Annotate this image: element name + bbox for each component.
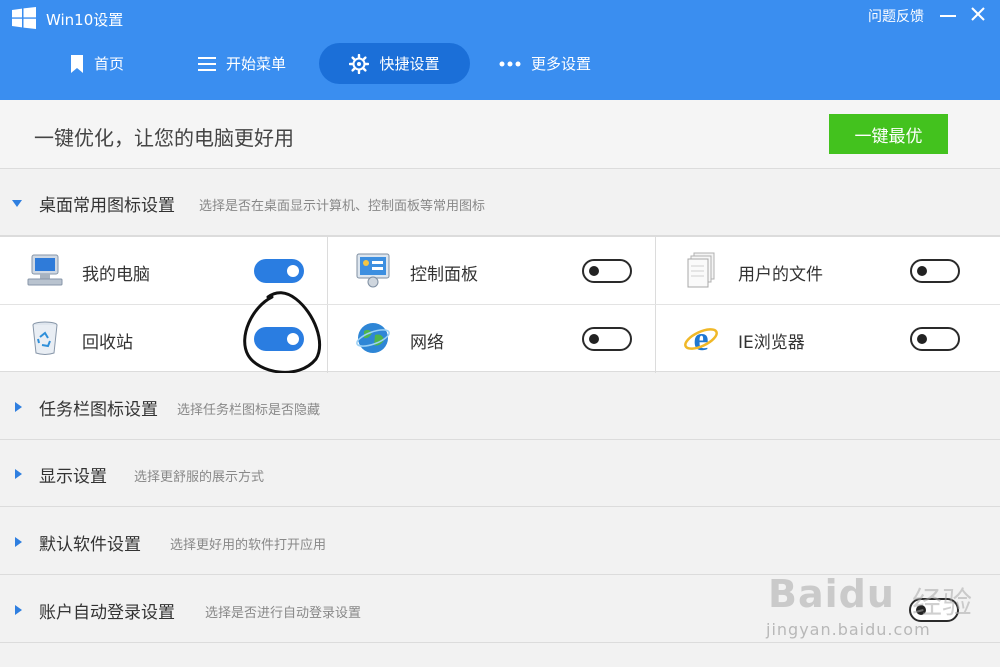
desktop-icon-my-computer: 我的电脑 <box>0 237 328 304</box>
section-auto-login[interactable]: 账户自动登录设置 选择是否进行自动登录设置 <box>0 576 1000 643</box>
bookmark-icon <box>70 54 84 73</box>
desktop-icon-label: 控制面板 <box>410 265 478 285</box>
section-title: 任务栏图标设置 <box>39 400 158 420</box>
section-desc: 选择更好用的软件打开应用 <box>170 538 327 553</box>
close-icon[interactable] <box>968 4 988 24</box>
one-click-optimize-button[interactable]: 一键最优 <box>829 114 948 154</box>
desktop-icon-recycle-bin: 回收站 <box>0 305 328 372</box>
tab-home-label: 首页 <box>93 55 124 73</box>
tab-quick-settings-label: 快捷设置 <box>379 55 440 73</box>
chevron-down-icon <box>12 200 22 207</box>
section-desc: 选择任务栏图标是否隐藏 <box>177 403 321 418</box>
control-panel-toggle[interactable] <box>582 259 632 283</box>
recycle-bin-icon <box>32 321 58 355</box>
tab-quick-settings[interactable]: 快捷设置 <box>319 43 470 84</box>
desktop-icon-control-panel: 控制面板 <box>328 237 656 304</box>
section-title: 账户自动登录设置 <box>39 603 175 623</box>
svg-text:e: e <box>693 321 708 357</box>
title-bar: Win10设置 问题反馈 首页 开始菜单 快捷设置 更多设置 <box>0 0 1000 100</box>
user-files-toggle[interactable] <box>910 259 960 283</box>
desktop-icons-grid: 我的电脑 控制面板 用户的文件 回收站 网络 e IE浏览器 <box>0 236 1000 373</box>
desktop-icon-label: 我的电脑 <box>82 265 150 285</box>
desktop-icon-network: 网络 <box>328 305 656 372</box>
chevron-right-icon <box>15 402 22 412</box>
recycle-bin-toggle[interactable] <box>254 327 304 351</box>
section-desktop-icons[interactable]: 桌面常用图标设置 选择是否在桌面显示计算机、控制面板等常用图标 <box>0 169 1000 236</box>
menu-icon <box>197 56 216 72</box>
section-title: 桌面常用图标设置 <box>39 196 175 216</box>
desktop-icon-label: 回收站 <box>82 333 133 353</box>
section-desc: 选择是否在桌面显示计算机、控制面板等常用图标 <box>199 199 486 214</box>
optimize-slogan: 一键优化，让您的电脑更好用 <box>34 126 294 150</box>
gear-icon <box>349 53 370 74</box>
ie-browser-toggle[interactable] <box>910 327 960 351</box>
section-taskbar-icons[interactable]: 任务栏图标设置 选择任务栏图标是否隐藏 <box>0 373 1000 440</box>
tab-more-settings-label: 更多设置 <box>530 55 591 73</box>
feedback-link[interactable]: 问题反馈 <box>868 6 924 26</box>
desktop-icon-label: IE浏览器 <box>738 333 805 353</box>
tab-home[interactable]: 首页 <box>52 43 142 84</box>
section-desc: 选择更舒服的展示方式 <box>134 470 265 485</box>
network-toggle[interactable] <box>582 327 632 351</box>
section-desc: 选择是否进行自动登录设置 <box>205 606 362 621</box>
chevron-right-icon <box>15 605 22 615</box>
tab-start-menu-label: 开始菜单 <box>225 55 286 73</box>
chevron-right-icon <box>15 469 22 479</box>
tab-more-settings[interactable]: 更多设置 <box>493 43 597 84</box>
desktop-icon-user-files: 用户的文件 <box>656 237 984 304</box>
app-title: Win10设置 <box>46 11 124 29</box>
section-title: 显示设置 <box>39 467 107 487</box>
chevron-right-icon <box>15 537 22 547</box>
more-icon <box>499 61 521 67</box>
auto-login-toggle[interactable] <box>909 598 959 622</box>
desktop-icon-ie-browser: e IE浏览器 <box>656 305 984 372</box>
minimize-icon[interactable] <box>940 15 956 17</box>
desktop-icon-label: 网络 <box>410 333 444 353</box>
section-default-apps[interactable]: 默认软件设置 选择更好用的软件打开应用 <box>0 508 1000 575</box>
computer-icon <box>27 254 63 286</box>
tab-start-menu[interactable]: 开始菜单 <box>186 43 298 84</box>
section-display[interactable]: 显示设置 选择更舒服的展示方式 <box>0 440 1000 507</box>
my-computer-toggle[interactable] <box>254 259 304 283</box>
network-icon <box>356 323 390 353</box>
user-files-icon <box>687 252 715 288</box>
control-panel-icon <box>356 253 390 288</box>
section-title: 默认软件设置 <box>39 535 141 555</box>
ie-browser-icon: e <box>684 321 718 357</box>
desktop-icon-label: 用户的文件 <box>738 265 823 285</box>
windows-logo-icon <box>12 7 36 29</box>
